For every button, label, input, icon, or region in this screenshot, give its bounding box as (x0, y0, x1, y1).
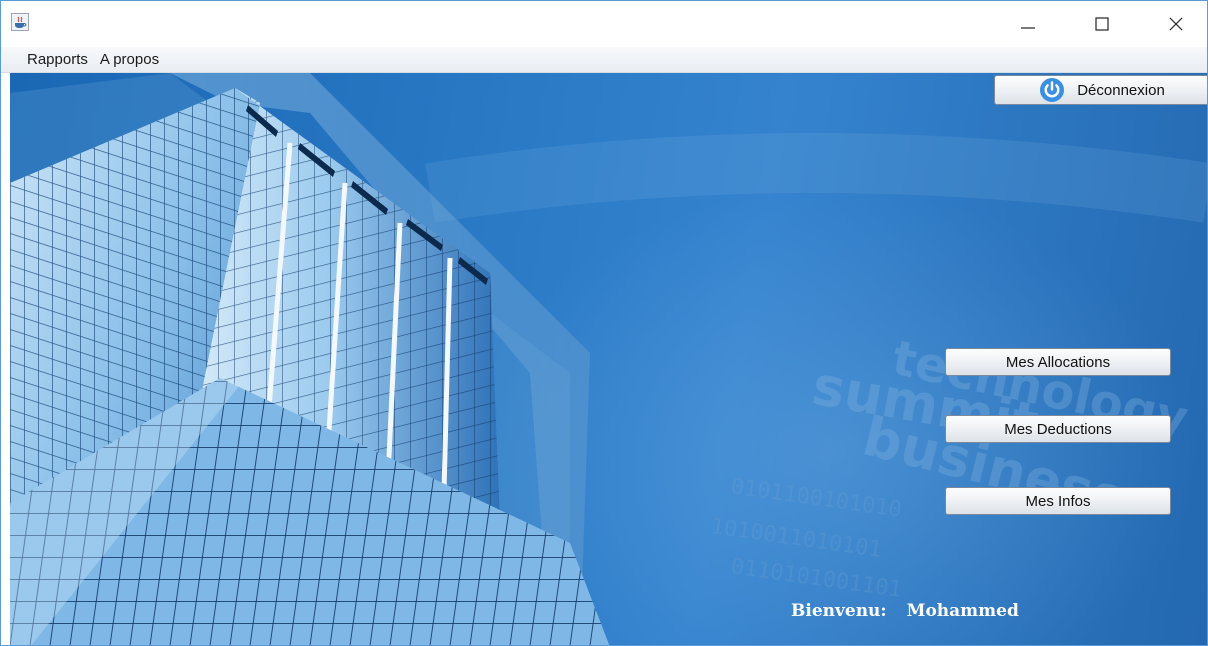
main-panel: technology summit business 0101100101010… (10, 73, 1207, 645)
svg-text:0101100101010: 0101100101010 (729, 474, 903, 523)
app-window: Rapports A propos technology summit busi… (0, 0, 1208, 646)
java-app-icon (11, 13, 29, 31)
deductions-button[interactable]: Mes Deductions (945, 415, 1171, 443)
maximize-button[interactable] (1079, 9, 1125, 39)
minimize-icon (1021, 27, 1035, 29)
welcome-label: Bienvenu: (791, 601, 887, 621)
power-icon (1040, 78, 1065, 102)
menu-a-propos[interactable]: A propos (98, 49, 161, 70)
logout-label: Déconnexion (1077, 81, 1165, 99)
infos-button[interactable]: Mes Infos (945, 487, 1171, 515)
welcome-message: Bienvenu: Mohammed (791, 601, 1019, 621)
close-icon (1169, 17, 1183, 31)
close-button[interactable] (1153, 9, 1199, 39)
user-name: Mohammed (906, 601, 1019, 621)
title-bar[interactable] (1, 1, 1207, 47)
minimize-button[interactable] (1005, 9, 1051, 39)
menu-bar: Rapports A propos (1, 47, 1207, 73)
maximize-icon (1095, 17, 1109, 31)
menu-rapports[interactable]: Rapports (25, 49, 90, 70)
logout-button[interactable]: Déconnexion (994, 75, 1207, 105)
allocations-button[interactable]: Mes Allocations (945, 348, 1171, 376)
